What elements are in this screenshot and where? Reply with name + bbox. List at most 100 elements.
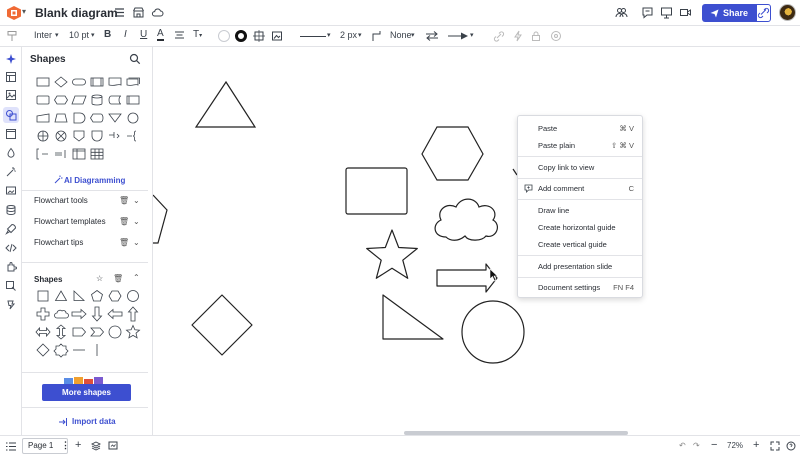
connector-style-icon[interactable] — [371, 30, 383, 42]
font-select-chevron-icon[interactable]: ▾ — [55, 31, 59, 39]
menu-item-document-settings[interactable]: Document settings FN F4 — [518, 279, 642, 295]
cross-shape-icon[interactable] — [34, 305, 52, 323]
arrow-start-select[interactable]: None — [390, 30, 412, 40]
swimlane-shape-icon[interactable] — [70, 145, 88, 163]
copy-link-button[interactable] — [756, 4, 771, 22]
layers-icon[interactable] — [91, 441, 101, 451]
trash-icon[interactable]: 🗑 — [113, 274, 123, 283]
circle-shape-icon[interactable] — [124, 287, 142, 305]
or-shape-icon[interactable] — [34, 127, 52, 145]
summing-junction-shape-icon[interactable] — [52, 127, 70, 145]
rect-shape-icon[interactable] — [34, 91, 52, 109]
chevron-up-icon[interactable]: ⌃ — [133, 273, 140, 282]
pentagon-shape-icon[interactable] — [88, 287, 106, 305]
annotation-shape-icon[interactable] — [106, 127, 124, 145]
collaborators-icon[interactable] — [615, 6, 628, 19]
menu-item-paste-plain[interactable]: Paste plain ⇧ ⌘ V — [518, 137, 642, 153]
library-flowchart-templates[interactable]: Flowchart templates 🗑 ⌄ — [22, 211, 148, 231]
stored-data-shape-icon[interactable] — [106, 91, 124, 109]
trash-icon[interactable]: 🗑 — [119, 238, 129, 247]
database-shape-icon[interactable] — [88, 91, 106, 109]
arrow-end-chevron-icon[interactable]: ▾ — [470, 31, 474, 39]
connector-shape-icon[interactable] — [124, 109, 142, 127]
shapes-rail-button[interactable] — [3, 107, 19, 123]
chevron-down-icon[interactable]: ⌄ — [133, 238, 140, 247]
process-shape-icon[interactable] — [34, 73, 52, 91]
diagram-canvas[interactable] — [153, 47, 800, 435]
more-shapes-button[interactable]: More shapes — [42, 384, 131, 401]
circle-large-shape-icon[interactable] — [106, 323, 124, 341]
present-mode-icon[interactable] — [108, 441, 118, 451]
chevron-shape-icon[interactable] — [88, 323, 106, 341]
fill-drop-icon[interactable] — [5, 147, 17, 159]
chevron-down-icon[interactable]: ⌄ — [133, 217, 140, 226]
magic-wand-icon[interactable] — [5, 166, 17, 178]
ai-sparkle-icon[interactable] — [5, 53, 17, 65]
arrow-right-shape-icon[interactable] — [70, 305, 88, 323]
zoom-level[interactable]: 72% — [727, 441, 743, 450]
triangle-shape-icon[interactable] — [52, 287, 70, 305]
format-painter-icon[interactable] — [6, 30, 18, 42]
page-tab[interactable]: Page 1 ⋮ — [22, 438, 70, 454]
card-shape-icon[interactable] — [124, 91, 142, 109]
text-color-button[interactable]: A — [157, 29, 164, 41]
line-width-select[interactable]: 2 px — [340, 30, 357, 40]
decision-shape-icon[interactable] — [52, 73, 70, 91]
menu-item-add-comment[interactable]: Add comment C — [518, 180, 642, 196]
merge-shape-icon[interactable] — [106, 109, 124, 127]
integrations-icon[interactable] — [5, 261, 17, 273]
templates-icon[interactable] — [5, 71, 17, 83]
fullscreen-icon[interactable] — [770, 441, 780, 451]
shapes-section-title[interactable]: Shapes — [34, 275, 62, 284]
text-options-icon[interactable]: T▾ — [193, 29, 202, 40]
document-shape-icon[interactable] — [106, 73, 124, 91]
menu-item-draw-line[interactable]: Draw line — [518, 202, 642, 218]
menu-item-horizontal-guide[interactable]: Create horizontal guide — [518, 219, 642, 235]
menu-item-presentation-slide[interactable]: Add presentation slide — [518, 258, 642, 274]
document-title[interactable]: Blank diagram — [35, 6, 118, 20]
multi-document-shape-icon[interactable] — [124, 73, 142, 91]
double-arrow-horizontal-shape-icon[interactable] — [34, 323, 52, 341]
trash-icon[interactable]: 🗑 — [119, 196, 129, 205]
shape-options-icon[interactable] — [253, 30, 265, 42]
terminator-shape-icon[interactable] — [70, 73, 88, 91]
share-button[interactable]: Share — [702, 4, 756, 22]
table-shape-icon[interactable] — [88, 145, 106, 163]
more-vertical-icon[interactable]: ⋮ — [61, 440, 70, 451]
font-size-select[interactable]: 10 pt — [69, 30, 89, 40]
preparation-shape-icon[interactable] — [52, 91, 70, 109]
add-page-icon[interactable]: + — [75, 439, 81, 451]
delay-shape-icon[interactable] — [70, 109, 88, 127]
library-flowchart-tips[interactable]: Flowchart tips 🗑 ⌄ — [22, 232, 148, 252]
search-icon[interactable] — [129, 53, 141, 65]
menu-item-copy-link[interactable]: Copy link to view — [518, 159, 642, 175]
pentagon-arrow-shape-icon[interactable] — [70, 323, 88, 341]
display-shape-icon[interactable] — [88, 109, 106, 127]
plugin-icon[interactable] — [5, 299, 17, 311]
redo-icon[interactable]: ↷ — [693, 441, 700, 450]
user-avatar[interactable] — [779, 4, 796, 21]
badge-shape-icon[interactable] — [52, 341, 70, 359]
menu-item-vertical-guide[interactable]: Create vertical guide — [518, 236, 642, 252]
store-icon[interactable] — [132, 6, 145, 19]
manual-input-shape-icon[interactable] — [34, 109, 52, 127]
arrow-left-shape-icon[interactable] — [106, 305, 124, 323]
cloud-shape-icon[interactable] — [52, 305, 70, 323]
diamond-shape-icon[interactable] — [34, 341, 52, 359]
ai-diagramming-link[interactable]: AI Diagramming — [64, 176, 125, 185]
bracket-note-shape-icon[interactable] — [34, 145, 52, 163]
predefined-process-shape-icon[interactable] — [88, 73, 106, 91]
present-icon[interactable] — [660, 6, 673, 19]
align-center-icon[interactable] — [174, 31, 185, 41]
images-icon[interactable] — [5, 89, 17, 101]
line-color-button[interactable] — [235, 30, 247, 42]
underline-button[interactable]: U — [140, 29, 147, 40]
line-width-chevron-icon[interactable]: ▾ — [358, 31, 362, 39]
star-shape-icon[interactable] — [124, 323, 142, 341]
comments-icon[interactable] — [641, 6, 654, 19]
frame-icon[interactable] — [5, 128, 17, 140]
off-page-shape-icon[interactable] — [70, 127, 88, 145]
app-menu-chevron-icon[interactable]: ▾ — [22, 7, 26, 16]
app-logo-icon[interactable] — [7, 6, 21, 20]
database-icon[interactable] — [5, 204, 17, 216]
